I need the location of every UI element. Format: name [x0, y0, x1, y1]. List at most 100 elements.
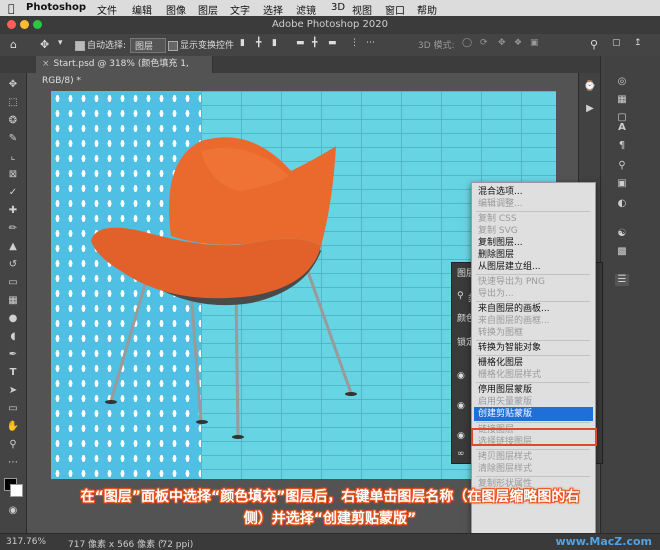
- context-menu-item[interactable]: 创建剪贴蒙版: [474, 407, 593, 421]
- menu-view[interactable]: 视图: [352, 2, 372, 17]
- dodge-tool-icon[interactable]: ◖: [6, 331, 20, 343]
- history-brush-tool-icon[interactable]: ↺: [6, 259, 20, 271]
- window-titlebar: Adobe Photoshop 2020: [0, 16, 660, 35]
- menu-3d[interactable]: 3D: [331, 2, 345, 13]
- history-panel-icon[interactable]: ⌚: [583, 81, 597, 93]
- menu-type[interactable]: 文字: [230, 2, 250, 17]
- menu-app-name[interactable]: Photoshop: [26, 2, 86, 13]
- align-hcenter-icon[interactable]: ╋: [256, 38, 261, 48]
- align-bottom-icon[interactable]: ▬: [328, 38, 337, 48]
- menu-window[interactable]: 窗口: [385, 2, 405, 17]
- learn-panel-icon[interactable]: ⚲: [615, 160, 629, 172]
- layer-filter-search-icon[interactable]: ⚲: [457, 291, 464, 301]
- close-tab-icon[interactable]: ×: [42, 59, 50, 69]
- layer-link-icon[interactable]: ∞: [457, 449, 465, 459]
- context-menu-item[interactable]: 转换为智能对象: [478, 342, 590, 354]
- swatches-panel-icon[interactable]: ▦: [615, 94, 629, 106]
- menu-layer[interactable]: 图层: [198, 2, 218, 17]
- context-menu-item[interactable]: 从图层建立组...: [478, 261, 590, 273]
- caption-line-2: 侧）并选择“创建剪贴蒙版”: [243, 511, 417, 527]
- share-icon[interactable]: ↥: [634, 38, 642, 48]
- more-tools-icon[interactable]: ⋯: [6, 457, 20, 469]
- quick-select-tool-icon[interactable]: ✎: [6, 133, 20, 145]
- type-tool-icon[interactable]: T: [6, 367, 20, 379]
- quick-mask-icon[interactable]: ◉: [6, 505, 20, 517]
- options-bar: ⌂ ✥ ▾ 自动选择: 图层 显示变换控件 ▮ ╋ ▮ ▬ ╋ ▬ ⋮ ⋯ 3D…: [0, 34, 660, 57]
- layers-panel-icon[interactable]: ☰: [615, 274, 629, 286]
- menu-help[interactable]: 帮助: [417, 2, 437, 17]
- menu-file[interactable]: 文件: [97, 2, 117, 17]
- apple-icon[interactable]: : [8, 2, 15, 15]
- align-top-icon[interactable]: ▬: [296, 38, 305, 48]
- workspace-icon[interactable]: ▢: [612, 38, 621, 48]
- menu-separator: [476, 355, 590, 356]
- properties-panel-icon[interactable]: ▣: [615, 178, 629, 190]
- brush-tool-icon[interactable]: ✏: [6, 223, 20, 235]
- distribute-icon[interactable]: ⋮: [350, 38, 359, 48]
- eraser-tool-icon[interactable]: ▭: [6, 277, 20, 289]
- context-menu-item[interactable]: 来自图层的画板...: [478, 303, 590, 315]
- rectangle-tool-icon[interactable]: ▭: [6, 403, 20, 415]
- drag-3d-icon[interactable]: ✥: [498, 38, 506, 48]
- menu-separator: [476, 274, 590, 275]
- clone-stamp-tool-icon[interactable]: ▲: [6, 241, 20, 253]
- gradient-tool-icon[interactable]: ▦: [6, 295, 20, 307]
- path-select-tool-icon[interactable]: ➤: [6, 385, 20, 397]
- menu-edit[interactable]: 编辑: [132, 2, 152, 17]
- zoom-level[interactable]: 317.76%: [6, 537, 46, 547]
- slide-3d-icon[interactable]: ❖: [514, 38, 522, 48]
- layer-visibility-eye-icon[interactable]: ◉: [457, 431, 465, 441]
- channels-panel-icon[interactable]: ▩: [615, 246, 629, 258]
- context-menu-item[interactable]: 栅格化图层: [478, 357, 590, 369]
- auto-select-target-dropdown[interactable]: 图层: [130, 38, 167, 53]
- status-more-arrow[interactable]: ›: [160, 537, 164, 547]
- auto-select-checkbox[interactable]: 自动选择:: [75, 38, 126, 51]
- crop-tool-icon[interactable]: ⌞: [6, 151, 20, 163]
- blur-tool-icon[interactable]: ●: [6, 313, 20, 325]
- color-panel-icon[interactable]: ◎: [615, 76, 629, 88]
- menu-separator: [476, 449, 590, 450]
- move-tool-icon[interactable]: ✥: [6, 79, 20, 91]
- healing-brush-tool-icon[interactable]: ✚: [6, 205, 20, 217]
- search-icon[interactable]: ⚲: [590, 38, 598, 51]
- zoom-tool-icon[interactable]: ⚲: [6, 439, 20, 451]
- pen-tool-icon[interactable]: ✒: [6, 349, 20, 361]
- layer-visibility-eye-icon[interactable]: ◉: [457, 371, 465, 381]
- character-panel-icon[interactable]: A: [615, 122, 629, 134]
- paragraph-panel-icon[interactable]: ¶: [615, 140, 629, 152]
- context-menu-item: 快速导出为 PNG: [478, 277, 545, 287]
- menu-select[interactable]: 选择: [263, 2, 283, 17]
- actions-panel-icon[interactable]: ▶: [583, 103, 597, 115]
- tool-preset-dropdown[interactable]: ▾: [58, 38, 63, 48]
- menu-filter[interactable]: 滤镜: [296, 2, 316, 17]
- frame-tool-icon[interactable]: ⊠: [6, 169, 20, 181]
- eyedropper-tool-icon[interactable]: ✓: [6, 187, 20, 199]
- scale-3d-icon[interactable]: ▣: [530, 38, 539, 48]
- document-size: 717 像素 x 566 像素 (72 ppi): [68, 540, 194, 550]
- lasso-tool-icon[interactable]: ❂: [6, 115, 20, 127]
- annotation-highlight-box: [471, 428, 597, 446]
- layer-visibility-eye-icon[interactable]: ◉: [457, 401, 465, 411]
- hand-tool-icon[interactable]: ✋: [6, 421, 20, 433]
- document-tab-title: Start.psd @ 318% (颜色填充 1, RGB/8) *: [42, 59, 189, 86]
- align-left-icon[interactable]: ▮: [240, 38, 245, 48]
- home-icon[interactable]: ⌂: [10, 38, 17, 51]
- document-tab[interactable]: × Start.psd @ 318% (颜色填充 1, RGB/8) *: [36, 56, 213, 86]
- context-menu-item[interactable]: 混合选项...: [478, 186, 590, 198]
- adjustments-panel-icon[interactable]: ◐: [615, 198, 629, 210]
- move-tool-icon[interactable]: ✥: [40, 38, 49, 51]
- orbit-3d-icon[interactable]: ◯: [462, 38, 472, 48]
- show-transform-checkbox[interactable]: 显示变换控件: [168, 38, 234, 51]
- marquee-tool-icon[interactable]: ⬚: [6, 97, 20, 109]
- context-menu-item: 来自图层的画框...: [478, 316, 550, 326]
- align-vcenter-icon[interactable]: ╋: [312, 38, 317, 48]
- context-menu-item[interactable]: 删除图层: [478, 249, 590, 261]
- roll-3d-icon[interactable]: ⟳: [480, 38, 488, 48]
- context-menu-item[interactable]: 复制图层...: [478, 237, 590, 249]
- libraries-panel-icon[interactable]: ☯: [615, 228, 629, 240]
- more-options-icon[interactable]: ⋯: [366, 38, 375, 48]
- menu-image[interactable]: 图像: [166, 2, 186, 17]
- align-right-icon[interactable]: ▮: [272, 38, 277, 48]
- context-menu-item[interactable]: 停用图层蒙版: [478, 384, 590, 396]
- context-menu-item: 转换为图框: [478, 328, 524, 338]
